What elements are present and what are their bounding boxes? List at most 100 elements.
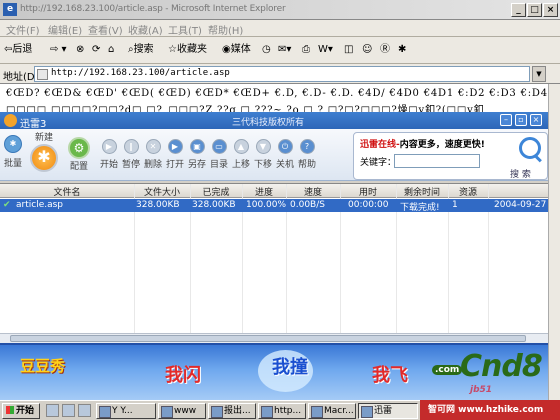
taskbar-item-5[interactable]: Macr... xyxy=(308,403,356,419)
taskbar-item-1[interactable]: Y Y... xyxy=(96,403,156,419)
open-button[interactable]: ▶ 打开 xyxy=(166,139,184,170)
messenger-button[interactable]: ☺ xyxy=(362,41,372,59)
save-as-button[interactable]: ▣ 另存 xyxy=(188,139,206,170)
address-url[interactable]: http://192.168.23.100/article.asp xyxy=(51,68,230,78)
taskbar-item-4[interactable]: http... xyxy=(258,403,306,419)
folder-button[interactable]: ▭ 目录 xyxy=(210,139,228,170)
menu-help[interactable]: 帮助(H) xyxy=(208,22,243,37)
address-dropdown[interactable]: ▼ xyxy=(532,66,546,82)
banner-ad[interactable]: 豆豆秀 我闪 我撞 我飞 .com Cnd8 jb51 xyxy=(0,343,548,400)
edit-button[interactable]: W▾ xyxy=(318,41,333,59)
media-button[interactable]: ◉媒体 xyxy=(222,41,251,59)
refresh-button[interactable]: ⟳ xyxy=(92,41,100,59)
minimize-button[interactable]: _ xyxy=(511,3,526,17)
shutdown-icon: ⏻ xyxy=(277,139,293,154)
menu-view[interactable]: 查看(V) xyxy=(88,22,123,37)
search-button[interactable]: 搜 索 xyxy=(510,167,531,180)
cell-date: 2004-09-27 xyxy=(494,200,547,210)
delete-button[interactable]: ✕ 删除 xyxy=(144,139,162,170)
cell-done: 328.00KB xyxy=(192,200,236,210)
stop-icon: ⊗ xyxy=(76,44,85,55)
config-button[interactable]: ⚙ 配置 xyxy=(68,137,90,172)
menu-tools[interactable]: 工具(T) xyxy=(168,22,202,37)
taskbar-item-3[interactable]: 报出... xyxy=(208,403,256,419)
xunlei-close-button[interactable]: × xyxy=(530,114,542,126)
search-headline: 迅雷在线-内容更多，速度更快! xyxy=(360,140,485,150)
banner-logo: 豆豆秀 xyxy=(20,357,66,375)
pause-button[interactable]: ‖ 暂停 xyxy=(122,139,140,170)
discuss-button[interactable]: ◫ xyxy=(344,41,353,59)
xunlei-title: 迅雷3 xyxy=(20,119,47,130)
keyword-label: 关键字： xyxy=(360,158,397,168)
banner-word-3: 我飞 xyxy=(372,365,408,386)
column-progress[interactable]: 进度 xyxy=(242,185,286,198)
taskbar-item-2[interactable]: www xyxy=(158,403,206,419)
config-icon: ⚙ xyxy=(68,137,90,159)
home-icon: ⌂ xyxy=(108,44,115,55)
column-sources[interactable]: 资源 xyxy=(448,185,488,198)
column-done[interactable]: 已完成 xyxy=(190,185,242,198)
move-down-icon: ▼ xyxy=(255,139,271,154)
column-remaining[interactable]: 剩余时间 xyxy=(396,185,448,198)
shutdown-button[interactable]: ⏻ 关机 xyxy=(276,139,294,170)
back-button[interactable]: ⇦后退 xyxy=(4,41,32,59)
folder-icon: ▭ xyxy=(211,139,227,154)
column-filename[interactable]: 文件名 xyxy=(0,185,134,198)
close-button[interactable]: × xyxy=(543,3,558,17)
xunlei-copyright: 三代科技版权所有 xyxy=(232,118,305,128)
column-size[interactable]: 文件大小 xyxy=(134,185,190,198)
scrollbar-thumb[interactable] xyxy=(10,335,526,342)
keyword-input[interactable] xyxy=(394,154,480,168)
new-task-icon: ✱ xyxy=(30,144,58,172)
banner-word-2: 我撞 xyxy=(272,357,308,378)
start-button[interactable]: ▶ 开始 xyxy=(100,139,118,170)
ie-vertical-scrollbar[interactable] xyxy=(548,84,560,400)
cell-remaining: 下载完成! xyxy=(400,203,440,213)
maximize-button[interactable]: □ xyxy=(527,3,542,17)
menu-favorites[interactable]: 收藏(A) xyxy=(128,22,163,37)
batch-icon: ✱ xyxy=(4,135,22,153)
column-speed[interactable]: 速度 xyxy=(286,185,340,198)
search-button[interactable]: ⌕搜索 xyxy=(128,41,154,59)
print-icon: ⎙ xyxy=(302,44,310,55)
forward-button[interactable]: ⇨ ▾ xyxy=(50,41,67,59)
forward-arrow-icon: ⇨ ▾ xyxy=(50,44,67,55)
cell-sources: 1 xyxy=(452,200,458,210)
print-button[interactable]: ⎙ xyxy=(302,41,310,59)
help-button[interactable]: ? 帮助 xyxy=(298,139,316,170)
cell-size: 328.00KB xyxy=(136,200,180,210)
move-down-button[interactable]: ▼ 下移 xyxy=(254,139,272,170)
home-button[interactable]: ⌂ xyxy=(108,41,114,59)
task-list-scrollbar[interactable] xyxy=(0,333,548,343)
messenger-icon: ☺ xyxy=(362,44,373,55)
xunlei-minimize-button[interactable]: – xyxy=(500,114,512,126)
xunlei-restore-button[interactable]: ▫ xyxy=(515,114,527,126)
stop-button[interactable]: ⊗ xyxy=(76,41,84,59)
bluetooth-button[interactable]: ✱ xyxy=(398,41,406,59)
new-task-button[interactable]: 新建 ✱ xyxy=(30,130,58,172)
content-line-1: €ŒD? €ŒD& €ŒD' €ŒD( €ŒD) €ŒD* €ŒD+ €.D, … xyxy=(6,88,548,99)
column-elapsed[interactable]: 用时 xyxy=(340,185,396,198)
play-icon: ▶ xyxy=(101,139,117,154)
taskbar-item-6[interactable]: 迅雷 xyxy=(358,403,418,419)
table-row[interactable]: ✔ article.asp 328.00KB 328.00KB 100.00% … xyxy=(0,199,548,213)
research-icon: Ⓡ xyxy=(380,44,390,55)
history-icon: ◷ xyxy=(262,44,271,55)
quicklaunch-desktop-icon[interactable] xyxy=(62,404,75,417)
batch-button[interactable]: ✱ 批量 xyxy=(4,135,22,169)
address-input[interactable]: http://192.168.23.100/article.asp xyxy=(34,66,530,82)
menu-edit[interactable]: 编辑(E) xyxy=(48,22,82,37)
menu-file[interactable]: 文件(F) xyxy=(6,22,40,37)
page-icon xyxy=(37,69,48,80)
history-button[interactable]: ◷ xyxy=(262,41,271,59)
cell-filename: article.asp xyxy=(16,200,64,210)
check-icon: ✔ xyxy=(3,200,11,210)
research-button[interactable]: Ⓡ xyxy=(380,41,390,59)
mail-button[interactable]: ✉▾ xyxy=(278,41,291,59)
favorites-button[interactable]: ☆收藏夹 xyxy=(168,41,207,59)
start-button[interactable]: 开始 xyxy=(2,403,40,419)
move-up-button[interactable]: ▲ 上移 xyxy=(232,139,250,170)
cell-elapsed: 00:00:00 xyxy=(348,200,389,210)
quicklaunch-ie-icon[interactable] xyxy=(46,404,59,417)
quicklaunch-media-icon[interactable] xyxy=(78,404,91,417)
